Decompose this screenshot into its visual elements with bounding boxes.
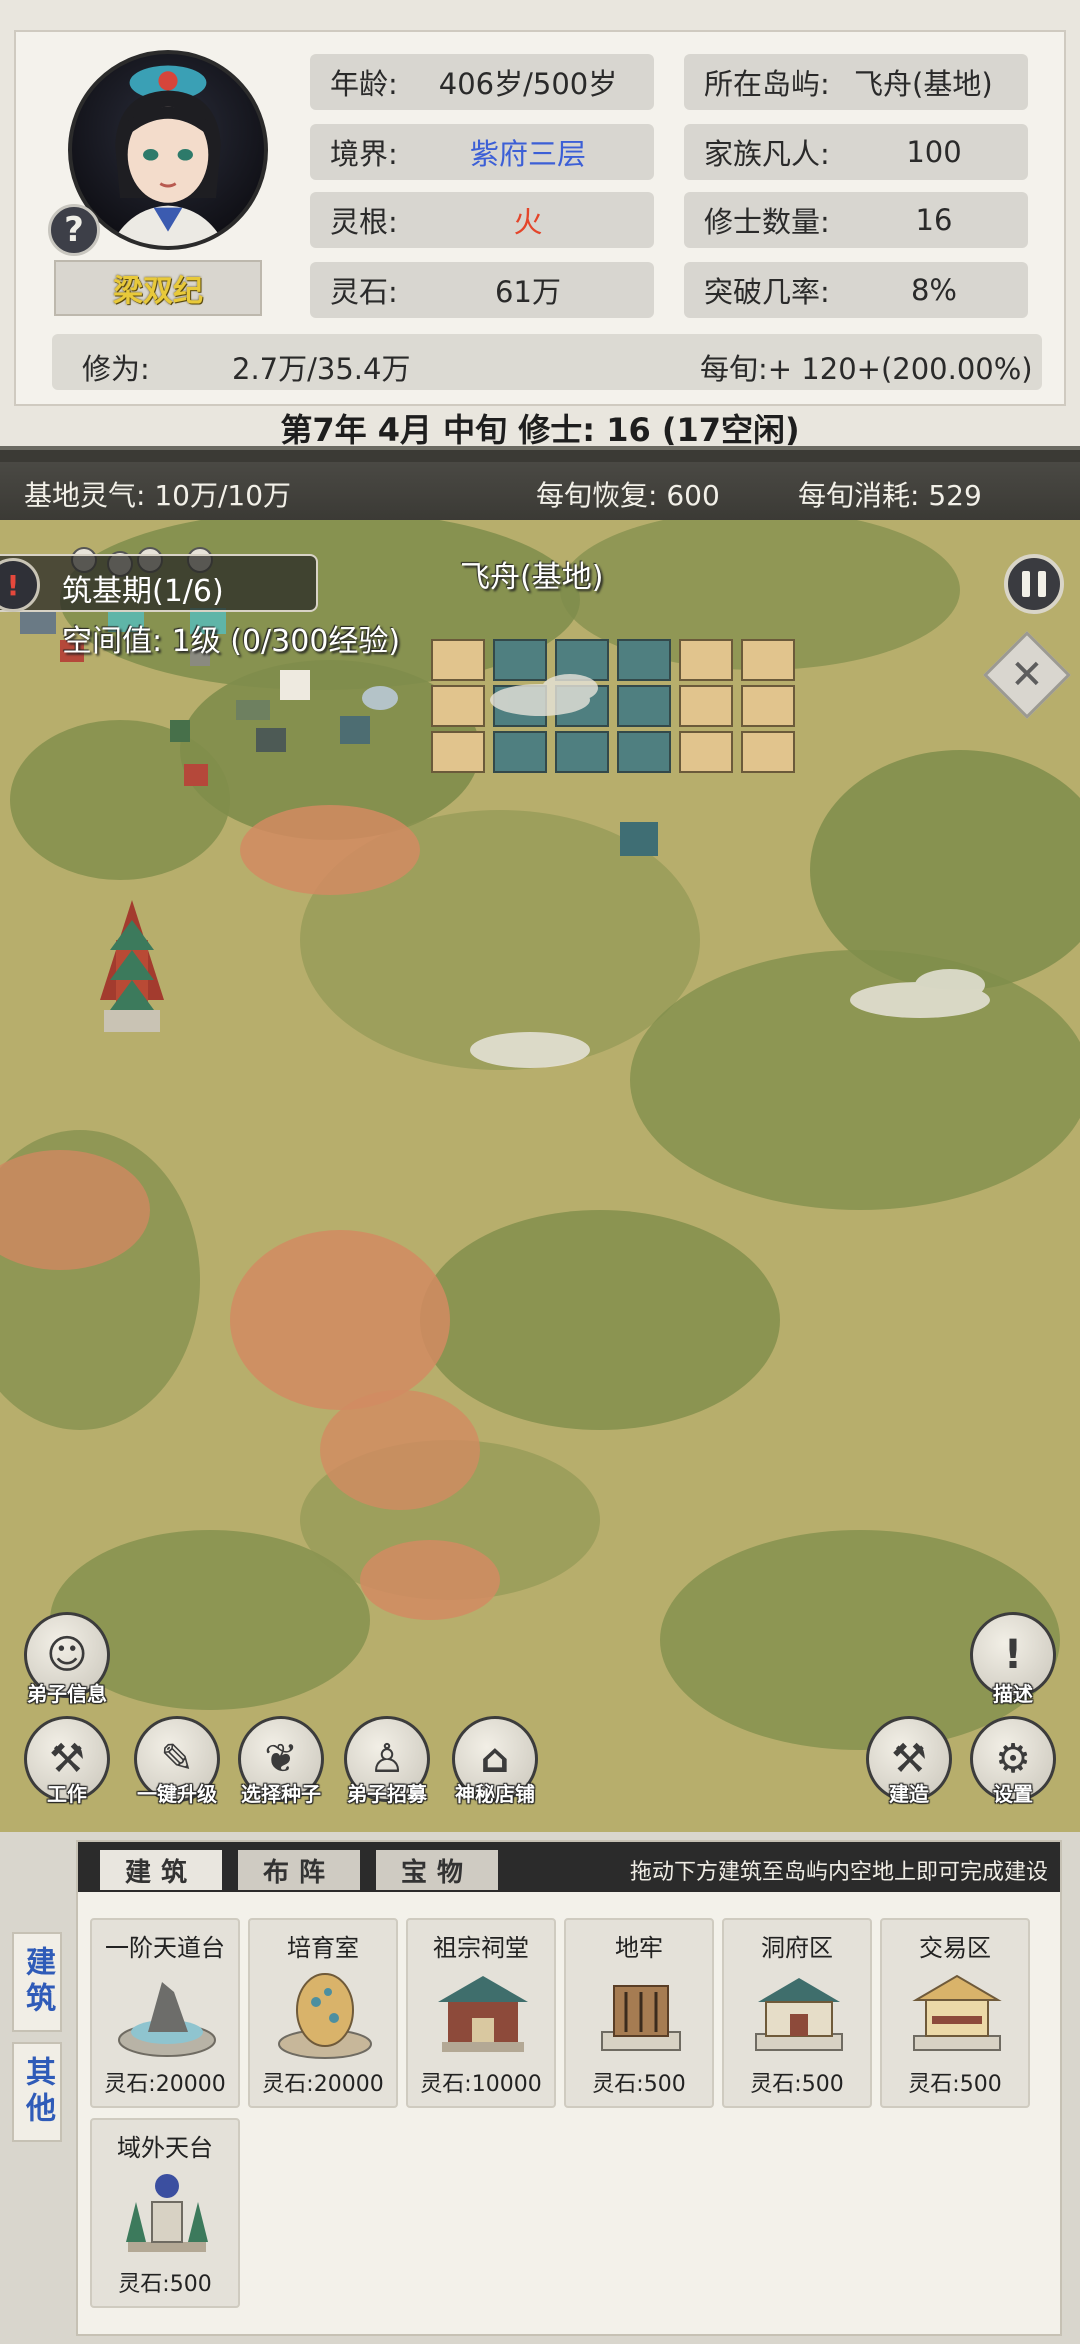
stat-label: 灵石:	[330, 275, 398, 309]
mystery-shop-label: 神秘店铺	[455, 1782, 535, 1806]
building-cost: 灵石:500	[592, 2072, 686, 2097]
exclamation-icon: !	[1003, 1632, 1023, 1678]
stat-island: 所在岛屿: 飞舟(基地)	[684, 54, 1028, 110]
pause-bar-icon	[1022, 571, 1030, 597]
base-status-strip: 基地灵气: 10万/10万 每旬恢复: 600 每旬消耗: 529	[0, 462, 1080, 520]
cave-dwelling-icon	[755, 1978, 843, 2051]
stat-label: 境界:	[330, 137, 398, 171]
building-cost: 灵石:500	[908, 2072, 1002, 2097]
stat-realm: 境界: 紫府三层	[310, 124, 654, 180]
building-name: 祖宗祠堂	[433, 1934, 529, 1962]
egg-icon	[278, 1973, 372, 2059]
hammer-icon: ⚒	[891, 1736, 927, 1782]
island-name: 飞舟(基地)	[460, 560, 604, 595]
settings-label: 设置	[993, 1782, 1033, 1806]
person-icon: ☺	[46, 1632, 88, 1678]
help-icon[interactable]: ?	[48, 204, 100, 256]
stat-value: 8%	[910, 273, 957, 307]
stat-spirit-stone: 灵石: 61万	[310, 262, 654, 318]
building-name: 交易区	[919, 1934, 991, 1962]
disciple-info-label: 弟子信息	[27, 1682, 107, 1706]
build-content: 建筑 布阵 宝物 拖动下方建筑至岛屿内空地上即可完成建设 一阶天道台 灵石:20…	[76, 1840, 1062, 2336]
scroll-icon: ✎	[160, 1736, 194, 1782]
building-card[interactable]: 培育室 灵石:20000	[248, 1918, 398, 2108]
building-card[interactable]: 地牢 灵石:500	[564, 1918, 714, 2108]
side-tab-other[interactable]: 其他	[12, 2042, 62, 2142]
stat-value: 16	[915, 203, 953, 237]
stat-value: 飞舟(基地)	[854, 67, 993, 101]
build-tab-bar: 建筑 布阵 宝物 拖动下方建筑至岛屿内空地上即可完成建设	[78, 1842, 1060, 1892]
stat-value: 61万	[495, 275, 561, 309]
character-panel: ? 梁双纪 年龄: 406岁/500岁 境界: 紫府三层 灵根: 火 灵石: 6…	[0, 0, 1080, 450]
stat-label: 突破几率:	[704, 275, 830, 309]
market-stall-icon	[912, 1974, 1002, 2051]
stat-label: 家族凡人:	[704, 137, 830, 171]
stat-value: 406岁/500岁	[438, 67, 618, 101]
tab-formation[interactable]: 布阵	[238, 1850, 360, 1890]
outer-platform-icon	[126, 2174, 208, 2252]
date-line: 第7年 4月 中旬 修士: 16 (17空闲)	[280, 411, 800, 449]
dungeon-icon	[601, 1985, 681, 2051]
stat-mortals: 家族凡人: 100	[684, 124, 1028, 180]
island-map[interactable]: ! 筑基期(1/6) 飞舟(基地) 空间值: 1级 (0/300经验) ✕ ☺ …	[0, 520, 1080, 1832]
building-name: 一阶天道台	[105, 1934, 225, 1962]
shop-icon: ⌂	[480, 1736, 510, 1782]
building-card[interactable]: 一阶天道台 灵石:20000	[90, 1918, 240, 2108]
close-icon: ✕	[1010, 651, 1044, 698]
building-card[interactable]: 洞府区 灵石:500	[722, 1918, 872, 2108]
stat-label: 所在岛屿:	[704, 67, 830, 101]
building-name: 洞府区	[761, 1934, 833, 1962]
building-card[interactable]: 交易区 灵石:500	[880, 1918, 1030, 2108]
base-qi: 基地灵气: 10万/10万	[24, 479, 292, 512]
recovery-rate: 每旬恢复: 600	[536, 479, 720, 512]
space-value: 空间值: 1级 (0/300经验)	[62, 624, 401, 659]
building-name: 域外天台	[117, 2134, 213, 2162]
recruit-icon: ♙	[369, 1736, 405, 1782]
stat-cultivators: 修士数量: 16	[684, 192, 1028, 248]
ancestral-hall-icon	[438, 1976, 528, 2052]
character-name: 梁双纪	[54, 260, 262, 316]
building-cost: 灵石:20000	[104, 2072, 226, 2097]
cultivation-value: 2.7万/35.4万	[232, 352, 411, 386]
cultivation-bar: 修为: 2.7万/35.4万 每旬:+ 120+(200.00%)	[52, 334, 1042, 390]
terrain-background	[0, 520, 1080, 1832]
altar-icon	[118, 1982, 216, 2057]
cultivation-label: 修为:	[82, 352, 150, 386]
pause-button[interactable]	[1004, 554, 1064, 614]
tab-buildings[interactable]: 建筑	[100, 1850, 222, 1890]
building-cost: 灵石:500	[118, 2272, 212, 2297]
stat-label: 灵根:	[330, 205, 398, 239]
side-tab-buildings[interactable]: 建筑	[12, 1932, 62, 2032]
building-name: 培育室	[287, 1934, 359, 1962]
stat-label: 修士数量:	[704, 205, 830, 239]
tab-treasure[interactable]: 宝物	[376, 1850, 498, 1890]
build-hint: 拖动下方建筑至岛屿内空地上即可完成建设	[629, 1860, 1048, 1885]
building-name: 地牢	[615, 1934, 663, 1962]
alert-icon[interactable]: !	[0, 558, 40, 612]
stat-value: 火	[513, 205, 543, 239]
pause-bar-icon	[1038, 571, 1046, 597]
building-cost: 灵石:20000	[262, 2072, 384, 2097]
stat-value: 100	[906, 135, 962, 169]
stage-indicator[interactable]: ! 筑基期(1/6)	[0, 554, 318, 612]
building-cost: 灵石:10000	[420, 2072, 542, 2097]
building-card[interactable]: 祖宗祠堂 灵石:10000	[406, 1918, 556, 2108]
sprout-icon: ❦	[264, 1736, 298, 1782]
stage-text: 筑基期(1/6)	[62, 574, 224, 609]
build-panel: 建筑 其他 建筑 布阵 宝物 拖动下方建筑至岛屿内空地上即可完成建设 一阶天道台…	[0, 1832, 1080, 2344]
building-cost: 灵石:500	[750, 2072, 844, 2097]
stat-breakthrough: 突破几率: 8%	[684, 262, 1028, 318]
portrait-image	[110, 65, 226, 246]
stat-label: 年龄:	[330, 67, 398, 101]
stat-age: 年龄: 406岁/500岁	[310, 54, 654, 110]
building-card[interactable]: 域外天台 灵石:500	[90, 2118, 240, 2308]
describe-label: 描述	[993, 1682, 1033, 1706]
stat-root: 灵根: 火	[310, 192, 654, 248]
hoe-icon: ⚒	[49, 1736, 85, 1782]
gear-icon: ⚙	[995, 1736, 1031, 1782]
stat-value: 紫府三层	[469, 137, 586, 171]
per-period-gain: 每旬:+ 120+(200.00%)	[700, 352, 1033, 386]
consumption-rate: 每旬消耗: 529	[798, 479, 982, 512]
